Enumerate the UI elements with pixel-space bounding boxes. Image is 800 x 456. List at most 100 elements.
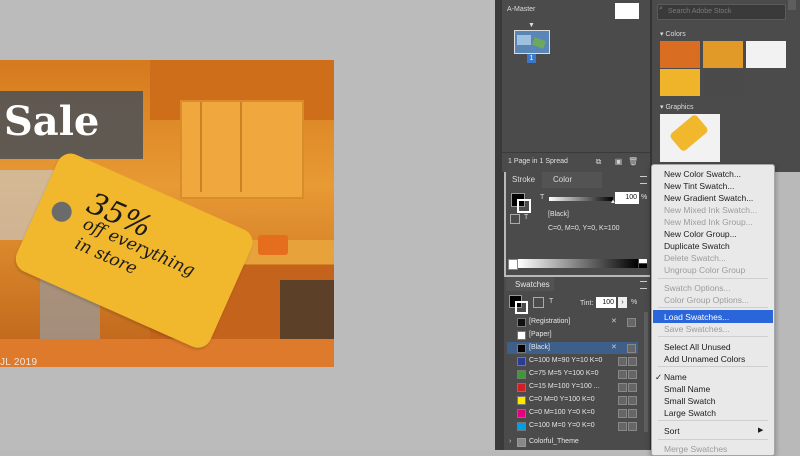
menu-separator: [658, 366, 768, 367]
pages-separator: [502, 152, 650, 153]
menu-item-ungroup-color-group[interactable]: Ungroup Color Group: [664, 265, 745, 275]
document-canvas[interactable]: g Sale 35% off everything in store JL 20…: [0, 0, 495, 450]
formatting-text-icon[interactable]: T: [524, 214, 528, 221]
ramp-black-chip[interactable]: [639, 264, 647, 268]
menu-item-select-all-unused[interactable]: Select All Unused: [664, 342, 731, 352]
process-color-icon: [618, 409, 627, 418]
tab-stroke[interactable]: Stroke: [512, 175, 535, 184]
non-editable-icon: ✕: [611, 344, 617, 351]
color-ramp[interactable]: [518, 259, 638, 268]
formatting-container-icon[interactable]: [533, 297, 544, 308]
tab-color[interactable]: Color: [553, 175, 572, 184]
stroke-swatch[interactable]: [517, 199, 531, 213]
menu-item-new-color-swatch[interactable]: New Color Swatch...: [664, 169, 741, 179]
menu-item-small-name[interactable]: Small Name: [664, 384, 710, 394]
folder-icon: [517, 438, 526, 447]
page-thumbnail[interactable]: [514, 30, 550, 54]
swatch-row[interactable]: [Paper]: [507, 329, 638, 341]
tint-arrow-icon[interactable]: ›: [618, 297, 627, 308]
submenu-arrow-icon: ▶: [758, 427, 764, 434]
panel-menu-icon[interactable]: [640, 176, 647, 184]
formatting-text-icon[interactable]: T: [549, 298, 553, 305]
swatch-row[interactable]: C=0 M=0 Y=100 K=0: [507, 394, 638, 406]
swatch-row[interactable]: [Registration] ✕: [507, 316, 638, 328]
menu-item-new-mixed-ink-group[interactable]: New Mixed Ink Group...: [664, 217, 753, 227]
menu-item-delete-swatch[interactable]: Delete Swatch...: [664, 253, 726, 263]
swatch-name: C=75 M=5 Y=100 K=0: [529, 370, 599, 377]
footer-band: [0, 339, 334, 367]
color-swatch-name: [Black]: [548, 211, 570, 218]
menu-item-new-mixed-ink-swatch[interactable]: New Mixed Ink Swatch...: [664, 205, 757, 215]
delete-page-icon[interactable]: 🗑: [628, 157, 638, 166]
library-color-swatch[interactable]: [703, 69, 743, 96]
graphics-heading-label: Graphics: [665, 104, 694, 111]
menu-item-small-swatch[interactable]: Small Swatch: [664, 396, 716, 406]
library-color-swatch[interactable]: [746, 41, 786, 68]
new-page-icon[interactable]: ▣: [614, 157, 623, 166]
text-fill-icon[interactable]: T: [540, 194, 544, 201]
swatch-row[interactable]: C=100 M=90 Y=10 K=0: [507, 355, 638, 367]
formatting-container-icon[interactable]: [510, 214, 520, 224]
color-tint-input[interactable]: 100: [615, 192, 639, 204]
menu-item-swatch-options[interactable]: Swatch Options...: [664, 283, 731, 293]
disclosure-icon[interactable]: ›: [509, 438, 516, 445]
scrollbar[interactable]: [788, 0, 796, 10]
ramp-white-chip[interactable]: [639, 259, 647, 263]
graphic-thumbnail[interactable]: [660, 114, 720, 162]
graphics-heading[interactable]: ▾ Graphics: [660, 103, 693, 111]
swatch-row[interactable]: C=0 M=100 Y=0 K=0: [507, 407, 638, 419]
swatch-name: C=0 M=0 Y=100 K=0: [529, 396, 595, 403]
menu-item-large-swatch[interactable]: Large Swatch: [664, 408, 716, 418]
menu-item-sort[interactable]: Sort: [664, 426, 680, 436]
colors-heading-label: Colors: [665, 31, 686, 38]
menu-item-name[interactable]: Name: [664, 372, 687, 382]
process-color-icon: [618, 383, 627, 392]
color-cmyk-values: C=0, M=0, Y=0, K=100: [548, 225, 620, 232]
search-placeholder: Search Adobe Stock: [668, 8, 732, 15]
swatch-name: C=15 M=100 Y=100 ...: [529, 383, 600, 390]
master-thumbnail[interactable]: [615, 3, 639, 19]
menu-item-new-color-group[interactable]: New Color Group...: [664, 229, 737, 239]
menu-item-merge-swatches[interactable]: Merge Swatches: [664, 444, 727, 454]
cmyk-icon: [628, 370, 637, 379]
tint-percent: %: [631, 299, 638, 306]
library-color-swatch[interactable]: [660, 41, 700, 68]
menu-item-load-swatches[interactable]: Load Swatches...: [664, 312, 729, 322]
swatches-menu-icon[interactable]: [640, 281, 647, 289]
colors-heading[interactable]: ▾ Colors: [660, 30, 686, 38]
swatch-row-selected[interactable]: [Black] ✕: [507, 342, 638, 354]
menu-item-save-swatches[interactable]: Save Swatches...: [664, 324, 730, 334]
tint-slider[interactable]: [549, 197, 613, 201]
menu-item-add-unnamed-colors[interactable]: Add Unnamed Colors: [664, 354, 745, 364]
menu-item-new-tint-swatch[interactable]: New Tint Swatch...: [664, 181, 734, 191]
none-color-icon[interactable]: [508, 259, 518, 270]
tab-swatches[interactable]: Swatches: [515, 280, 550, 289]
library-color-swatch[interactable]: [660, 69, 700, 96]
process-color-icon: [618, 357, 627, 366]
page-number: 1: [527, 54, 536, 63]
menu-item-new-gradient-swatch[interactable]: New Gradient Swatch...: [664, 193, 753, 203]
library-color-swatch[interactable]: [703, 41, 743, 68]
registration-icon: [627, 318, 636, 327]
swatch-stroke-box[interactable]: [515, 301, 528, 314]
swatch-chip: [517, 318, 526, 327]
edit-page-size-icon[interactable]: ⧉: [594, 157, 603, 166]
swatch-row[interactable]: C=75 M=5 Y=100 K=0: [507, 368, 638, 380]
menu-separator: [658, 420, 768, 421]
swatch-row[interactable]: C=100 M=0 Y=0 K=0: [507, 420, 638, 432]
menu-item-duplicate-swatch[interactable]: Duplicate Swatch: [664, 241, 730, 251]
menu-separator: [658, 278, 768, 279]
swatches-scrollbar[interactable]: [644, 312, 648, 432]
swatch-group-row[interactable]: › Colorful_Theme: [507, 436, 638, 448]
stock-search-input[interactable]: Search Adobe Stock: [657, 4, 786, 20]
swatch-name: [Paper]: [529, 331, 552, 338]
menu-separator: [658, 439, 768, 440]
swatches-flyout-menu: New Color Swatch... New Tint Swatch... N…: [651, 164, 775, 456]
swatch-tint-input[interactable]: 100: [596, 297, 616, 308]
master-label[interactable]: A-Master: [507, 6, 535, 13]
process-color-icon: [618, 422, 627, 431]
menu-separator: [658, 307, 768, 308]
swatch-row[interactable]: C=15 M=100 Y=100 ...: [507, 381, 638, 393]
menu-item-color-group-options[interactable]: Color Group Options...: [664, 295, 749, 305]
headline-text: g Sale: [0, 98, 100, 145]
